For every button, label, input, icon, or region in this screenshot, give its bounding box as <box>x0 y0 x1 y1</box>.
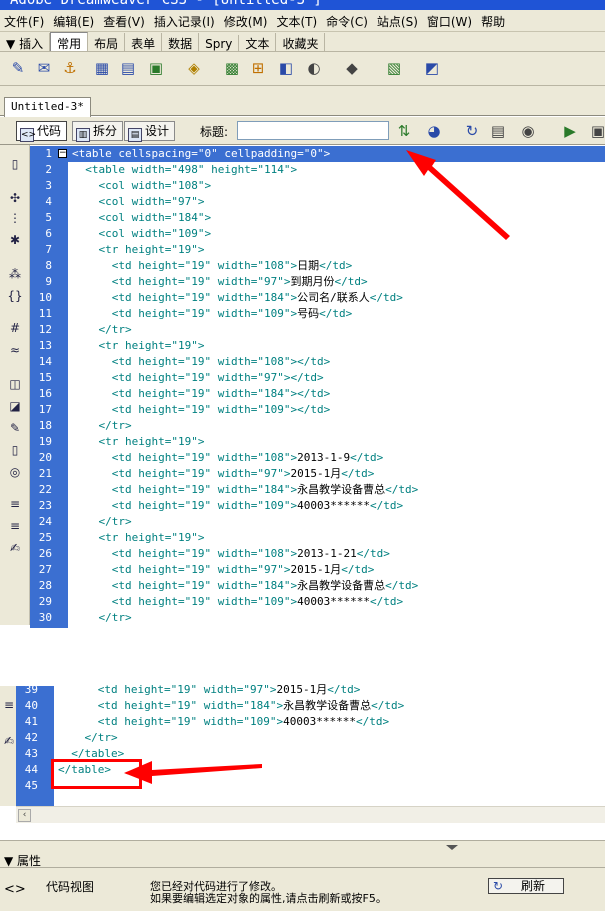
refresh-button[interactable]: ↻ 刷新 <box>488 878 564 894</box>
annotation-arrows <box>124 150 510 784</box>
horizontal-scrollbar[interactable]: ‹ <box>16 806 605 823</box>
properties-title: ▼ 属性 <box>4 854 42 868</box>
refresh-icon: ↻ <box>493 879 504 893</box>
code-view-icon-large: <> <box>4 882 26 897</box>
panel-splitter[interactable] <box>0 840 605 850</box>
properties-header[interactable]: ▼ 属性 <box>0 850 605 868</box>
scroll-left-icon[interactable]: ‹ <box>18 809 31 822</box>
annotation-arrow-bottom <box>124 761 262 784</box>
properties-panel: <> 代码视图 您已经对代码进行了修改。 如果要编辑选定对象的属性,请点击刷新或… <box>0 868 605 911</box>
refresh-label: 刷新 <box>521 879 546 893</box>
modified-message-line2: 如果要编辑选定对象的属性,请点击刷新或按F5。 <box>150 892 387 905</box>
properties-view-label: 代码视图 <box>46 880 95 894</box>
annotation-arrow-top <box>406 150 510 240</box>
